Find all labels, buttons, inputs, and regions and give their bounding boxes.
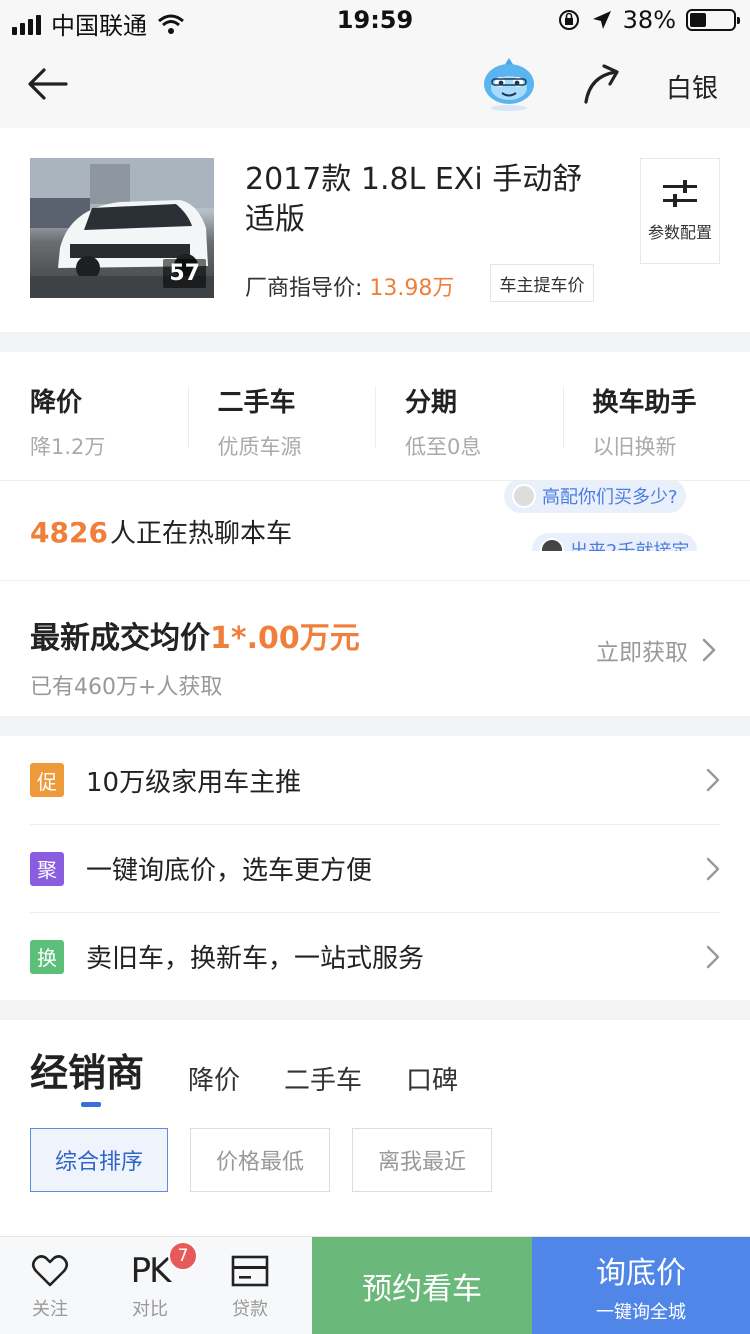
chat-bubble: 出来2千就接定 (532, 533, 698, 551)
quick-entry-installment[interactable]: 分期 低至0息 (375, 352, 563, 480)
promo-label: 卖旧车，换新车，一站式服务 (86, 944, 425, 974)
guide-price-label: 厂商指导价: (245, 276, 363, 301)
quick-entry-used-car[interactable]: 二手车 优质车源 (187, 352, 376, 480)
compare-label: 对比 (132, 1299, 168, 1320)
sort-comprehensive[interactable]: 综合排序 (30, 1128, 168, 1192)
quick-entry-subtitle: 低至0息 (405, 435, 482, 459)
promo-list: 促 10万级家用车主推 聚 一键询底价，选车更方便 换 卖旧车，换新车，一站式服… (0, 736, 750, 1000)
promo-item[interactable]: 换 卖旧车，换新车，一站式服务 (30, 912, 720, 1000)
quick-entries: 降价 降1.2万 二手车 优质车源 分期 低至0息 换车助手 以旧换新 (0, 352, 750, 480)
latest-deal-subtitle: 已有460万+人获取 (30, 675, 223, 700)
car-header-card: 57 2017款 1.8L EXi 手动舒适版 厂商指导价: 13.98万 车主… (0, 128, 750, 332)
tab-reviews[interactable]: 口碑 (406, 1060, 458, 1097)
chevron-right-icon (706, 857, 720, 880)
active-tab-indicator (81, 1102, 101, 1107)
hot-chat-count: 4826 (30, 516, 108, 549)
promo-item[interactable]: 促 10万级家用车主推 (30, 736, 720, 824)
hot-chat-label: 人正在热聊本车 (109, 519, 292, 549)
latest-deal-price[interactable]: 最新成交均价1*.00万元 已有460万+人获取 立即获取 (0, 580, 750, 716)
follow-button[interactable]: 关注 (0, 1237, 100, 1334)
promo-label: 一键询底价，选车更方便 (86, 856, 373, 886)
dealer-section: 经销商 降价 二手车 口碑 综合排序 价格最低 离我最近 (0, 1020, 750, 1236)
battery-percent: 38% (622, 6, 676, 34)
latest-deal-title: 最新成交均价1*.00万元 (30, 613, 360, 657)
follow-label: 关注 (32, 1299, 68, 1320)
quick-entry-subtitle: 优质车源 (217, 435, 302, 459)
card-icon (231, 1255, 269, 1287)
photo-count: 57 (163, 259, 206, 288)
quick-entry-subtitle: 以旧换新 (592, 435, 677, 459)
car-photo[interactable]: 57 (30, 158, 214, 298)
quick-entry-trade-in[interactable]: 换车助手 以旧换新 (562, 352, 750, 480)
avatar (512, 484, 536, 508)
chevron-right-icon (702, 638, 716, 662)
hot-chat-text: 4826人正在热聊本车 (30, 513, 292, 550)
location-arrow-icon (592, 11, 611, 29)
pk-icon: PK (130, 1251, 172, 1291)
get-now-link[interactable]: 立即获取 (596, 633, 716, 667)
latest-deal-label: 最新成交均价 (30, 621, 210, 656)
guide-price-value: 13.98万 (369, 276, 455, 301)
mascot-icon[interactable] (480, 56, 538, 112)
compare-button[interactable]: PK 对比 7 (100, 1237, 200, 1334)
guide-price: 厂商指导价: 13.98万 (245, 270, 454, 302)
loan-label: 贷款 (232, 1299, 268, 1320)
chevron-right-icon (706, 768, 720, 792)
tab-dealer[interactable]: 经销商 (30, 1042, 144, 1097)
book-viewing-button[interactable]: 预约看车 (312, 1237, 532, 1334)
quick-entry-title: 降价 (30, 388, 83, 418)
quick-entry-price-drop[interactable]: 降价 降1.2万 (0, 352, 188, 480)
promo-tag: 促 (30, 763, 64, 797)
nav-bar: 白银 (0, 40, 750, 128)
chat-bubble-text: 出来2千就接定 (570, 537, 689, 551)
avatar (540, 538, 564, 551)
compare-badge: 7 (168, 1241, 198, 1271)
chat-bubbles: 高配你们买多少? 出来2千就接定 (504, 481, 720, 551)
chevron-right-icon (706, 945, 720, 968)
sliders-icon (663, 180, 697, 207)
inquiry-sublabel: 一键询全城 (596, 1302, 686, 1323)
share-arrow-icon[interactable] (580, 62, 624, 106)
promo-tag: 聚 (30, 851, 64, 886)
tab-price-drop[interactable]: 降价 (188, 1060, 240, 1097)
quick-entry-title: 二手车 (217, 388, 296, 418)
get-now-label: 立即获取 (596, 640, 688, 666)
sort-lowest-price[interactable]: 价格最低 (190, 1128, 330, 1192)
chat-bubble-text: 高配你们买多少? (542, 487, 678, 508)
tab-used-car[interactable]: 二手车 (284, 1060, 362, 1097)
config-label: 参数配置 (647, 223, 712, 242)
inquiry-label: 询底价 (596, 1256, 686, 1291)
bottom-action-bar: 关注 PK 对比 7 贷款 预约看车 询底价 一键询全城 (0, 1236, 750, 1334)
status-bar: 中国联通 19:59 38% (0, 0, 750, 40)
battery-fill (690, 13, 706, 27)
loan-button[interactable]: 贷款 (200, 1237, 300, 1334)
quick-entry-title: 换车助手 (592, 388, 697, 418)
dealer-tabs: 经销商 降价 二手车 口碑 (30, 1042, 458, 1097)
quick-entry-title: 分期 (405, 388, 458, 418)
promo-label: 10万级家用车主推 (86, 767, 302, 798)
owner-price-button[interactable]: 车主提车价 (490, 264, 594, 302)
arrow-left-icon[interactable] (26, 64, 70, 104)
inquiry-button[interactable]: 询底价 一键询全城 (532, 1237, 750, 1334)
rotation-lock-icon (558, 10, 579, 30)
quick-entry-subtitle: 降1.2万 (30, 435, 106, 459)
sort-options: 综合排序 价格最低 离我最近 (30, 1128, 492, 1192)
hot-chat-banner[interactable]: 4826人正在热聊本车 高配你们买多少? 出来2千就接定 (0, 480, 750, 580)
latest-deal-price: 1*.00万元 (210, 621, 360, 656)
sort-nearest[interactable]: 离我最近 (352, 1128, 492, 1192)
promo-tag: 换 (30, 939, 64, 974)
config-button[interactable]: 参数配置 (640, 158, 720, 264)
color-selector[interactable]: 白银 (666, 68, 718, 105)
car-title: 2017款 1.8L EXi 手动舒适版 (245, 162, 583, 237)
heart-icon (31, 1255, 69, 1287)
promo-item[interactable]: 聚 一键询底价，选车更方便 (30, 824, 720, 912)
chat-bubble: 高配你们买多少? (504, 481, 686, 513)
battery-icon (686, 9, 740, 31)
